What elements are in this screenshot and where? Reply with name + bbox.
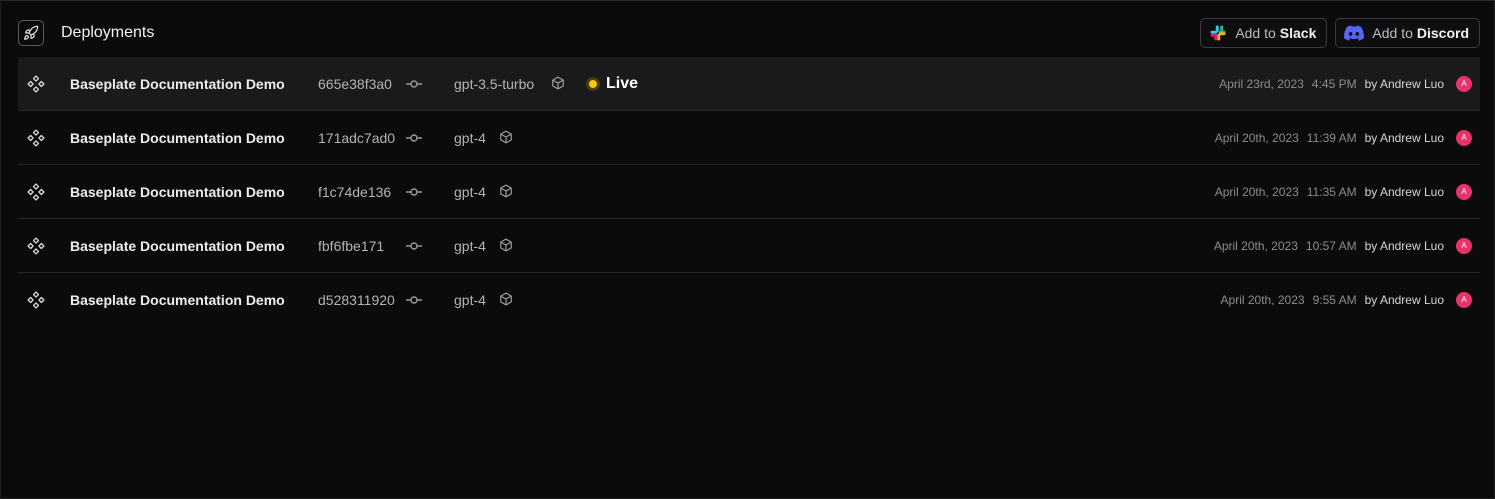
deployment-name: Baseplate Documentation Demo <box>70 237 285 254</box>
component-icon <box>26 128 46 151</box>
add-to-discord-button[interactable]: Add to Discord <box>1335 18 1480 48</box>
deployment-date: April 20th, 2023 <box>1220 292 1305 307</box>
deployment-author: by Andrew Luo <box>1364 184 1444 199</box>
component-icon <box>26 74 46 97</box>
deployment-author: by Andrew Luo <box>1364 238 1444 253</box>
git-commit-icon <box>406 131 422 147</box>
deployment-date: April 23rd, 2023 <box>1219 76 1304 91</box>
deployment-date: April 20th, 2023 <box>1213 238 1298 253</box>
model-name: gpt-4 <box>454 183 486 200</box>
deployment-name: Baseplate Documentation Demo <box>70 183 285 200</box>
live-status: Live <box>586 75 638 93</box>
model-name: gpt-4 <box>454 291 486 308</box>
cube-icon <box>551 76 565 93</box>
deployment-row[interactable]: Baseplate Documentation Demo 665e38f3a0 … <box>18 57 1480 111</box>
deployment-row[interactable]: Baseplate Documentation Demo fbf6fbe171 … <box>18 219 1480 273</box>
deployment-time: 11:39 AM <box>1306 130 1357 145</box>
slack-icon <box>1210 25 1226 41</box>
component-icon <box>26 182 46 205</box>
rocket-icon <box>18 20 44 46</box>
avatar: A <box>1456 75 1472 92</box>
deployment-row[interactable]: Baseplate Documentation Demo f1c74de136 … <box>18 165 1480 219</box>
deployment-meta: April 23rd, 2023 4:45 PM by Andrew Luo A <box>1219 75 1472 92</box>
deployment-list: Baseplate Documentation Demo 665e38f3a0 … <box>18 57 1480 326</box>
deployment-author: by Andrew Luo <box>1364 292 1444 307</box>
slack-button-prefix: Add to <box>1235 25 1276 41</box>
avatar: A <box>1456 183 1472 200</box>
deployment-date: April 20th, 2023 <box>1214 184 1299 199</box>
model-name: gpt-3.5-turbo <box>454 75 535 92</box>
deployment-meta: April 20th, 2023 10:57 AM by Andrew Luo … <box>1213 237 1472 254</box>
git-commit-icon <box>406 77 422 93</box>
commit-hash[interactable]: f1c74de136 <box>318 184 391 200</box>
component-icon <box>26 236 46 259</box>
deployment-meta: April 20th, 2023 9:55 AM by Andrew Luo A <box>1220 291 1472 308</box>
git-commit-icon <box>406 185 422 201</box>
deployment-name: Baseplate Documentation Demo <box>70 75 285 92</box>
git-commit-icon <box>406 293 422 309</box>
cube-icon <box>499 292 513 309</box>
model-name: gpt-4 <box>454 237 486 254</box>
deployment-time: 9:55 AM <box>1312 292 1357 307</box>
page-title: Deployments <box>61 24 155 41</box>
model-name: gpt-4 <box>454 129 486 146</box>
deployment-author: by Andrew Luo <box>1364 76 1444 91</box>
cube-icon <box>499 238 513 255</box>
commit-hash[interactable]: d528311920 <box>318 292 395 308</box>
deployment-time: 11:35 AM <box>1306 184 1357 199</box>
deployment-time: 10:57 AM <box>1305 238 1357 253</box>
cube-icon <box>499 130 513 147</box>
slack-button-name: Slack <box>1279 25 1317 41</box>
live-status-label: Live <box>606 74 639 92</box>
avatar: A <box>1456 291 1472 308</box>
integration-actions: Add to Slack Add to Discord <box>1200 18 1480 48</box>
deployment-name: Baseplate Documentation Demo <box>70 291 285 308</box>
avatar: A <box>1456 237 1472 254</box>
deployment-meta: April 20th, 2023 11:35 AM by Andrew Luo … <box>1214 183 1472 200</box>
git-commit-icon <box>406 239 422 255</box>
deployment-date: April 20th, 2023 <box>1214 130 1299 145</box>
commit-hash[interactable]: 171adc7ad0 <box>318 130 395 146</box>
add-to-slack-button[interactable]: Add to Slack <box>1200 18 1328 48</box>
deployment-meta: April 20th, 2023 11:39 AM by Andrew Luo … <box>1214 129 1472 146</box>
deployment-time: 4:45 PM <box>1311 76 1357 91</box>
deployment-row[interactable]: Baseplate Documentation Demo 171adc7ad0 … <box>18 111 1480 165</box>
deployment-row[interactable]: Baseplate Documentation Demo d528311920 … <box>18 273 1480 326</box>
avatar: A <box>1456 129 1472 146</box>
commit-hash[interactable]: 665e38f3a0 <box>318 76 392 92</box>
deployment-name: Baseplate Documentation Demo <box>70 129 285 146</box>
commit-hash[interactable]: fbf6fbe171 <box>318 238 384 254</box>
deployments-header: Deployments Add to Slack Add to Discord <box>18 18 1480 48</box>
cube-icon <box>499 184 513 201</box>
deployment-author: by Andrew Luo <box>1364 130 1444 145</box>
component-icon <box>26 290 46 313</box>
live-indicator-icon <box>586 76 600 91</box>
discord-icon <box>1344 25 1365 41</box>
discord-button-name: Discord <box>1416 25 1469 41</box>
discord-button-prefix: Add to <box>1372 25 1413 41</box>
